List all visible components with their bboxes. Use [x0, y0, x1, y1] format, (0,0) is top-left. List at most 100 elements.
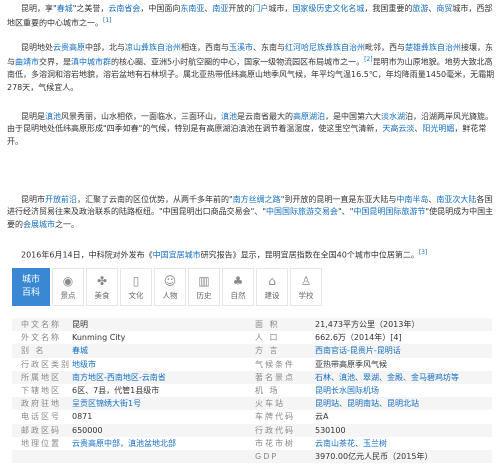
- cat-label: 景点: [60, 290, 76, 300]
- info-row: 外文名称 Kunming City 人 口 662.6万（2014年）[4]: [12, 331, 492, 344]
- link-subcontinent[interactable]: 南亚次大陆: [436, 195, 476, 204]
- link-exhibition-city[interactable]: 会展城市: [23, 220, 55, 229]
- logo-line-2: 百科: [21, 288, 40, 298]
- info-key: 别 名: [21, 346, 46, 356]
- link-provincial-capital[interactable]: 云南省会: [108, 4, 140, 13]
- text: ，是中国第六大: [325, 112, 381, 121]
- link-commerce[interactable]: 商贸: [436, 4, 452, 13]
- cat-nature[interactable]: ♣ 自然: [222, 268, 254, 306]
- city-encyclopedia-logo[interactable]: 城市 百科: [12, 268, 50, 306]
- cat-schools[interactable]: ♙ 学校: [290, 268, 322, 306]
- text: 的核心圈、亚洲5小时航空圈的中心，国家一级物流园区布局城市之一。: [111, 58, 365, 68]
- building-icon: ▥: [198, 273, 210, 288]
- link-dianchi-2[interactable]: 滇池: [221, 112, 237, 121]
- link-indochina[interactable]: 中南半岛: [396, 195, 428, 204]
- livability-paragraph: 2016年6月14日，中科院对外发布《中国宜居城市研究报告》显示，昆明宜居指数在…: [0, 247, 500, 262]
- info-value: 昆明: [72, 320, 88, 329]
- info-key: 气候条件: [255, 359, 295, 369]
- house-icon: ⌂: [268, 273, 276, 288]
- tree-icon: ♣: [232, 273, 244, 288]
- link-plateau[interactable]: 云贵高原: [53, 43, 85, 52]
- info-row: 政府驻地 呈贡区锦绣大街1号 火车站 昆明站、昆明南站、昆明北站: [12, 397, 492, 411]
- reference-link[interactable]: [1]: [103, 17, 112, 24]
- link-south-asia[interactable]: 南亚: [212, 4, 228, 13]
- info-value-link[interactable]: 春城: [72, 344, 247, 357]
- info-row: 中文名称 昆明 面 积 21,473平方公里（2013年）: [12, 318, 492, 332]
- info-value-link[interactable]: 南方地区-西南地区-云南省: [72, 371, 247, 384]
- info-row: 电话区号 0871 车牌代码 云A: [12, 410, 492, 423]
- info-value-link[interactable]: 西南官话-昆贵片-昆明话: [315, 344, 492, 357]
- link-clear-sky[interactable]: 天高云淡: [382, 124, 414, 133]
- info-key: 中文名称: [21, 320, 61, 329]
- info-key: 面 积: [255, 320, 280, 329]
- link-qujing[interactable]: 曲靖市: [15, 58, 39, 67]
- info-key: 著名景点: [255, 372, 295, 382]
- info-value: 云A: [315, 412, 329, 422]
- reference-link[interactable]: [3]: [419, 249, 428, 256]
- reference-link[interactable]: [2]: [364, 56, 373, 63]
- link-travel-fair[interactable]: 中国国际旅游交易会: [266, 207, 338, 216]
- link-dianchi[interactable]: 滇池: [45, 112, 61, 121]
- link-freshwater-lake[interactable]: 淡水湖: [381, 112, 405, 121]
- info-key: 市花市树: [255, 438, 295, 448]
- link-city-cluster[interactable]: 滇中城市群: [71, 58, 111, 67]
- info-value: 3970.00亿元人民币（2015年）: [315, 451, 433, 461]
- text: 风景秀丽，山水相依，一面临水，三面环山，: [61, 112, 221, 121]
- info-key: 所属地区: [21, 372, 61, 382]
- cat-attractions[interactable]: ◉ 景点: [52, 268, 84, 306]
- cat-food[interactable]: ✤ 美食: [86, 268, 118, 306]
- link-sunny[interactable]: 阳光明媚: [422, 124, 454, 133]
- text: 昆明，享": [21, 4, 57, 13]
- info-value-link[interactable]: 石林、滇池、翠湖、金殿、金马碧鸡坊等: [315, 371, 492, 384]
- info-row: 地理位置 云贵高原中部，滇池盆地北部 市花市树 云南山茶花、玉兰树: [12, 437, 492, 450]
- link-southeast-asia[interactable]: 东南亚: [180, 4, 204, 13]
- text: 是云南省最大的: [237, 112, 293, 121]
- text: 开放的: [228, 4, 253, 13]
- text: "、": [338, 207, 354, 217]
- link-tourism[interactable]: 旅游: [412, 4, 428, 13]
- text: ，中国面向: [140, 4, 181, 13]
- link-frontier[interactable]: 开放前沿: [45, 195, 77, 204]
- text: 昆明市: [21, 195, 45, 204]
- info-value-link[interactable]: 云南山茶花、玉兰树: [315, 437, 492, 450]
- link-liangshan[interactable]: 凉山彝族自治州: [125, 43, 181, 52]
- link-tourism-festival[interactable]: 中国昆明国际旅游节: [353, 207, 425, 216]
- cat-construction[interactable]: ⌂ 建设: [256, 268, 288, 306]
- book-icon: ▯: [132, 273, 140, 288]
- info-key: 电话区号: [21, 412, 61, 422]
- info-value-link[interactable]: 呈贡区锦绣大街1号: [72, 397, 247, 410]
- cat-label: 学校: [298, 290, 314, 300]
- text: 中部，北与: [85, 43, 125, 52]
- info-key: 人 口: [255, 333, 280, 343]
- link-livable-city[interactable]: 中国宜居城市: [153, 251, 201, 260]
- cat-people[interactable]: ☺ 人物: [154, 268, 186, 306]
- graduation-cap-icon: ♙: [300, 273, 312, 288]
- link-historic-city[interactable]: 国家级历史文化名城: [292, 4, 364, 13]
- info-key: 地理位置: [21, 438, 61, 448]
- text: 2016年6月14日，中科院对外发布《: [21, 250, 153, 260]
- link-yuxi[interactable]: 玉溪市: [229, 43, 253, 52]
- link-honghe[interactable]: 红河哈尼族彝族自治州: [285, 43, 365, 52]
- cat-history[interactable]: ▥ 历史: [188, 268, 220, 306]
- link-silk-road[interactable]: 南方丝绸之路: [233, 195, 281, 204]
- text: 毗邻，西与: [365, 43, 405, 52]
- info-value-link[interactable]: 地级市: [72, 358, 247, 371]
- text: 之一。: [55, 219, 79, 229]
- link-plateau-lake[interactable]: 高原湖泊: [293, 112, 325, 121]
- text: ，我国重要的: [364, 4, 413, 13]
- info-value-link[interactable]: 昆明站、昆明南站、昆明北站: [315, 397, 492, 410]
- info-key: 政府驻地: [21, 399, 61, 409]
- info-key: 行政区类别: [21, 359, 71, 369]
- cat-culture[interactable]: ▯ 文化: [120, 268, 152, 306]
- info-value-link[interactable]: 昆明长水国际机场: [315, 384, 492, 397]
- link-chuxiong[interactable]: 楚雄彝族自治州: [405, 43, 461, 52]
- text: 相连，西南与: [181, 43, 229, 52]
- info-key: 邮政区码: [21, 425, 61, 435]
- link-spring-city[interactable]: 春城: [57, 4, 73, 13]
- info-row: 别 名 春城方 言 西南官话-昆贵片-昆明话: [12, 344, 492, 358]
- info-value-link[interactable]: 云贵高原中部，滇池盆地北部: [72, 437, 247, 450]
- link-gateway[interactable]: 门户: [252, 4, 268, 13]
- info-row: 下辖地区 6区、7县，代管1县级市 机 场 昆明长水国际机场: [12, 384, 492, 397]
- info-key: 下辖地区: [21, 385, 61, 395]
- cat-label: 历史: [196, 290, 212, 300]
